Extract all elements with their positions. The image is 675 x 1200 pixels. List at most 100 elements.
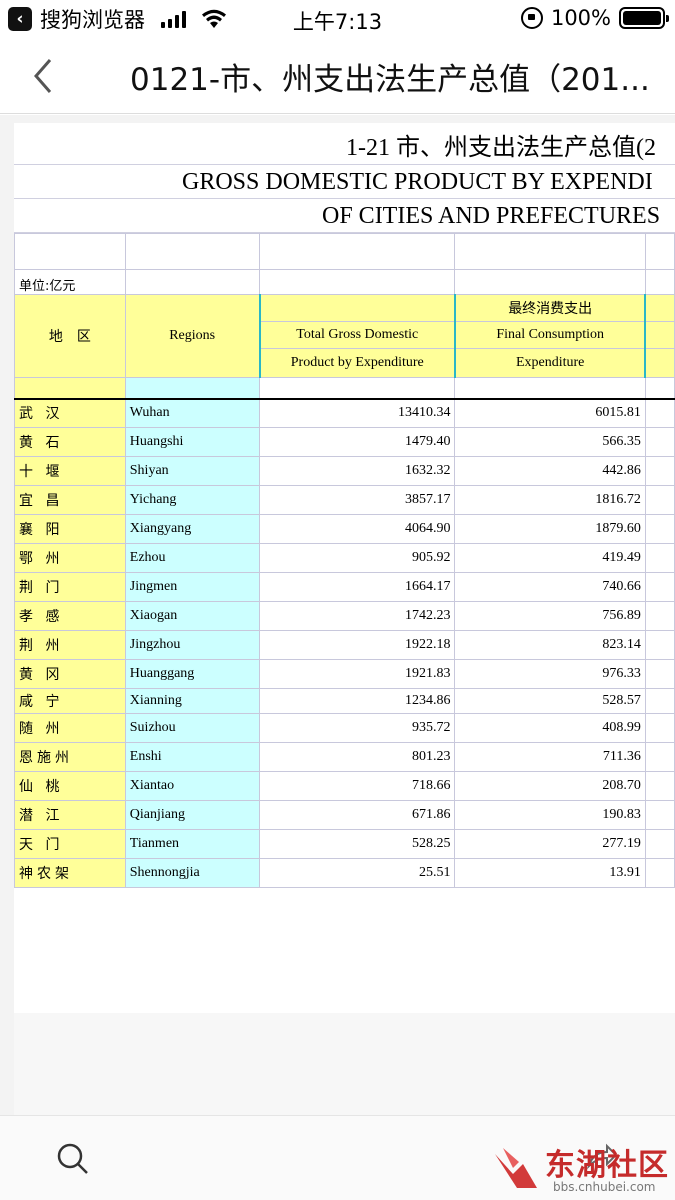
header-region-en: Regions bbox=[124, 294, 261, 378]
rotation-lock-icon bbox=[520, 7, 543, 29]
region-cn-cell: 荆 门 bbox=[14, 572, 126, 602]
table-row: 鄂 州 Ezhou 905.92 419.49 bbox=[14, 543, 675, 573]
fce-value-cell: 528.57 bbox=[454, 688, 646, 714]
region-cn-cell: 神农架 bbox=[14, 858, 126, 888]
table-row: 仙 桃 Xiantao 718.66 208.70 bbox=[14, 771, 675, 801]
search-icon[interactable] bbox=[56, 1142, 90, 1176]
page-title: 0121-市、州支出法生产总值（201... bbox=[130, 62, 650, 98]
region-en-cell: Shennongjia bbox=[124, 858, 261, 888]
region-en-cell: Tianmen bbox=[124, 829, 261, 859]
table-row: 荆 门 Jingmen 1664.17 740.66 bbox=[14, 572, 675, 602]
fce-value-cell: 566.35 bbox=[454, 427, 646, 457]
table-row: 潜 江 Qianjiang 671.86 190.83 bbox=[14, 800, 675, 830]
sheet-title-en-1: GROSS DOMESTIC PRODUCT BY EXPENDI bbox=[182, 169, 653, 195]
battery-percent: 100% bbox=[550, 6, 611, 30]
table-row: 宜 昌 Yichang 3857.17 1816.72 bbox=[14, 485, 675, 515]
gdp-value-cell: 935.72 bbox=[259, 713, 456, 743]
overflow-cell bbox=[644, 485, 675, 515]
unit-row: 单位:亿元 bbox=[14, 269, 675, 295]
region-cn-cell: 鄂 州 bbox=[14, 543, 126, 573]
overflow-cell bbox=[644, 659, 675, 689]
region-cn-cell: 恩施州 bbox=[14, 742, 126, 772]
region-en-cell: Suizhou bbox=[124, 713, 261, 743]
header-row-1: 地 区 Regions 最终消费支出 bbox=[14, 294, 675, 378]
gdp-value-cell: 25.51 bbox=[259, 858, 456, 888]
data-rows: 武 汉 Wuhan 13410.34 6015.81 黄 石 Huangshi 1479.4… bbox=[14, 398, 675, 888]
gdp-value-cell: 13410.34 bbox=[259, 398, 456, 428]
gdp-value-cell: 3857.17 bbox=[259, 485, 456, 515]
spreadsheet: 1-21 市、州支出法生产总值(2 GROSS DOMESTIC PRODUCT… bbox=[14, 123, 675, 1013]
overflow-cell bbox=[644, 427, 675, 457]
watermark-url: bbs.cnhubei.com bbox=[553, 1180, 656, 1194]
region-en-cell: Huangshi bbox=[124, 427, 261, 457]
gdp-value-cell: 1742.23 bbox=[259, 601, 456, 631]
fce-value-cell: 6015.81 bbox=[454, 398, 646, 428]
header-spacer-row bbox=[14, 377, 675, 400]
status-right: 100% bbox=[520, 6, 669, 30]
table-row: 咸 宁 Xianning 1234.86 528.57 bbox=[14, 688, 675, 714]
region-cn-cell: 武 汉 bbox=[14, 398, 126, 428]
gdp-value-cell: 905.92 bbox=[259, 543, 456, 573]
table-row: 荆 州 Jingzhou 1922.18 823.14 bbox=[14, 630, 675, 660]
fce-value-cell: 13.91 bbox=[454, 858, 646, 888]
unit-label: 单位:亿元 bbox=[14, 269, 126, 295]
region-cn-cell: 黄 冈 bbox=[14, 659, 126, 689]
fce-value-cell: 208.70 bbox=[454, 771, 646, 801]
gdp-value-cell: 1479.40 bbox=[259, 427, 456, 457]
table-row: 武 汉 Wuhan 13410.34 6015.81 bbox=[14, 398, 675, 428]
gdp-value-cell: 1664.17 bbox=[259, 572, 456, 602]
status-bar: ‹ 搜狗浏览器 上午7:13 100% bbox=[0, 0, 675, 38]
overflow-cell bbox=[644, 742, 675, 772]
table-row: 天 门 Tianmen 528.25 277.19 bbox=[14, 829, 675, 859]
fce-value-cell: 711.36 bbox=[454, 742, 646, 772]
overflow-cell bbox=[644, 456, 675, 486]
fce-value-cell: 408.99 bbox=[454, 713, 646, 743]
region-en-cell: Jingmen bbox=[124, 572, 261, 602]
region-cn-cell: 随 州 bbox=[14, 713, 126, 743]
region-en-cell: Xianning bbox=[124, 688, 261, 714]
header-gdp-line1: Total Gross Domestic bbox=[258, 321, 456, 349]
table-row: 黄 冈 Huanggang 1921.83 976.33 bbox=[14, 659, 675, 689]
region-cn-cell: 宜 昌 bbox=[14, 485, 126, 515]
gdp-value-cell: 1922.18 bbox=[259, 630, 456, 660]
watermark-logo-icon bbox=[495, 1148, 537, 1188]
overflow-cell bbox=[644, 630, 675, 660]
overflow-cell bbox=[644, 688, 675, 714]
fce-value-cell: 740.66 bbox=[454, 572, 646, 602]
region-en-cell: Qianjiang bbox=[124, 800, 261, 830]
fce-value-cell: 1816.72 bbox=[454, 485, 646, 515]
table-row: 恩施州 Enshi 801.23 711.36 bbox=[14, 742, 675, 772]
sheet-title-en-2: OF CITIES AND PREFECTURES bbox=[322, 203, 661, 229]
region-en-cell: Jingzhou bbox=[124, 630, 261, 660]
region-cn-cell: 潜 江 bbox=[14, 800, 126, 830]
sheet-title-en-row-2: OF CITIES AND PREFECTURES bbox=[14, 199, 675, 233]
table-row: 神农架 Shennongjia 25.51 13.91 bbox=[14, 858, 675, 888]
watermark: 东湖社区 bbs.cnhubei.com bbox=[493, 1138, 673, 1198]
fce-value-cell: 190.83 bbox=[454, 800, 646, 830]
overflow-cell bbox=[644, 514, 675, 544]
document-viewer[interactable]: 1-21 市、州支出法生产总值(2 GROSS DOMESTIC PRODUCT… bbox=[0, 115, 675, 1115]
fce-value-cell: 442.86 bbox=[454, 456, 646, 486]
back-icon[interactable] bbox=[28, 56, 62, 96]
region-en-cell: Wuhan bbox=[124, 398, 261, 428]
overflow-cell bbox=[644, 601, 675, 631]
table-row: 襄 阳 Xiangyang 4064.90 1879.60 bbox=[14, 514, 675, 544]
region-cn-cell: 十 堰 bbox=[14, 456, 126, 486]
overflow-cell bbox=[644, 398, 675, 428]
sheet-title-cn-row: 1-21 市、州支出法生产总值(2 bbox=[14, 123, 675, 165]
gdp-value-cell: 671.86 bbox=[259, 800, 456, 830]
region-cn-cell: 孝 感 bbox=[14, 601, 126, 631]
gdp-table: 单位:亿元 地 区 Regions 最终消费支出 Total Gross Dom… bbox=[14, 233, 675, 888]
region-cn-cell: 襄 阳 bbox=[14, 514, 126, 544]
overflow-cell bbox=[644, 572, 675, 602]
gdp-value-cell: 528.25 bbox=[259, 829, 456, 859]
overflow-cell bbox=[644, 713, 675, 743]
fce-value-cell: 419.49 bbox=[454, 543, 646, 573]
table-row: 孝 感 Xiaogan 1742.23 756.89 bbox=[14, 601, 675, 631]
header-region-cn: 地 区 bbox=[14, 294, 126, 378]
overflow-cell bbox=[644, 829, 675, 859]
table-row: 十 堰 Shiyan 1632.32 442.86 bbox=[14, 456, 675, 486]
nav-bar: 0121-市、州支出法生产总值（201... bbox=[0, 38, 675, 114]
header-fce-cn: 最终消费支出 bbox=[453, 294, 647, 322]
gdp-value-cell: 1632.32 bbox=[259, 456, 456, 486]
